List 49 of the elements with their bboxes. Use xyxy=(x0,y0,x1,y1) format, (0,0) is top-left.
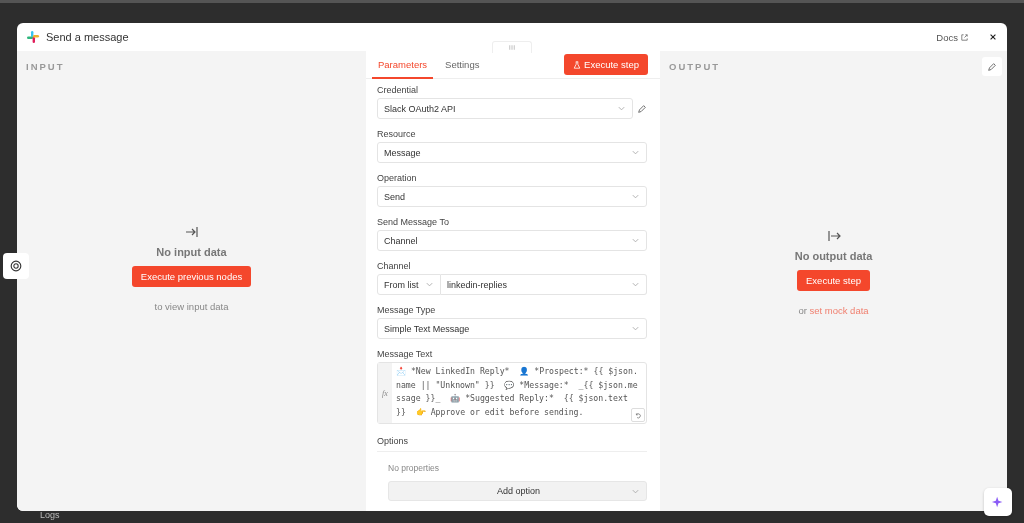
logs-label[interactable]: Logs xyxy=(40,510,60,520)
field-label: Channel xyxy=(377,261,412,271)
empty-state-hint: or xyxy=(798,305,807,316)
sparkle-icon[interactable] xyxy=(984,488,1012,516)
add-option-button[interactable]: Add option xyxy=(388,481,647,501)
docs-link[interactable]: Docs xyxy=(936,31,969,43)
external-link-icon xyxy=(960,32,969,42)
execute-step-button[interactable]: Execute step xyxy=(797,270,870,291)
panel-heading: OUTPUT xyxy=(668,60,722,74)
empty-note: No properties xyxy=(387,462,441,475)
field-label: Message Type xyxy=(377,305,437,315)
field-label: Resource xyxy=(377,129,417,139)
field-label: Operation xyxy=(377,173,418,183)
panel-heading: INPUT xyxy=(25,60,66,74)
empty-state-title: No output data xyxy=(794,250,873,262)
drag-handle[interactable] xyxy=(492,41,532,53)
select-field[interactable]: Message xyxy=(377,142,647,163)
field-label: Message Text xyxy=(377,349,434,359)
hash-logo-icon xyxy=(26,30,40,44)
chevron-down-icon xyxy=(631,324,640,333)
select-field[interactable]: Slack OAuth2 API xyxy=(377,98,633,119)
arrow-to-bar-icon xyxy=(184,226,199,238)
chevron-down-icon xyxy=(631,280,640,289)
field-label: Send Message To xyxy=(377,217,450,227)
options-label: Options xyxy=(377,436,647,452)
flask-icon xyxy=(573,60,582,69)
empty-state-title: No input data xyxy=(156,246,227,258)
field-label: Credential xyxy=(377,85,420,95)
arrow-from-bar-icon xyxy=(826,230,841,242)
chevron-down-icon xyxy=(425,280,434,289)
pencil-icon[interactable] xyxy=(637,103,647,114)
select-field[interactable]: linkedin-replies xyxy=(441,274,647,295)
close-icon[interactable] xyxy=(989,33,997,41)
window-title: Send a message xyxy=(46,31,129,43)
empty-state-hint: to view input data xyxy=(154,301,229,312)
mode-select[interactable]: From list xyxy=(377,274,441,295)
select-field[interactable]: Channel xyxy=(377,230,647,251)
edit-button[interactable] xyxy=(982,57,1002,76)
chevron-down-icon xyxy=(617,104,626,113)
select-field[interactable]: Send xyxy=(377,186,647,207)
chevron-down-icon xyxy=(631,236,640,245)
pencil-icon xyxy=(987,61,997,72)
chevron-down-icon xyxy=(631,192,640,201)
tab[interactable]: Settings xyxy=(439,50,486,79)
tab[interactable]: Parameters xyxy=(372,50,434,79)
chevron-down-icon xyxy=(631,148,640,157)
select-field[interactable]: Simple Text Message xyxy=(377,318,647,339)
execute-previous-button[interactable]: Execute previous nodes xyxy=(131,266,252,287)
execute-step-button[interactable]: Execute step xyxy=(564,54,648,75)
